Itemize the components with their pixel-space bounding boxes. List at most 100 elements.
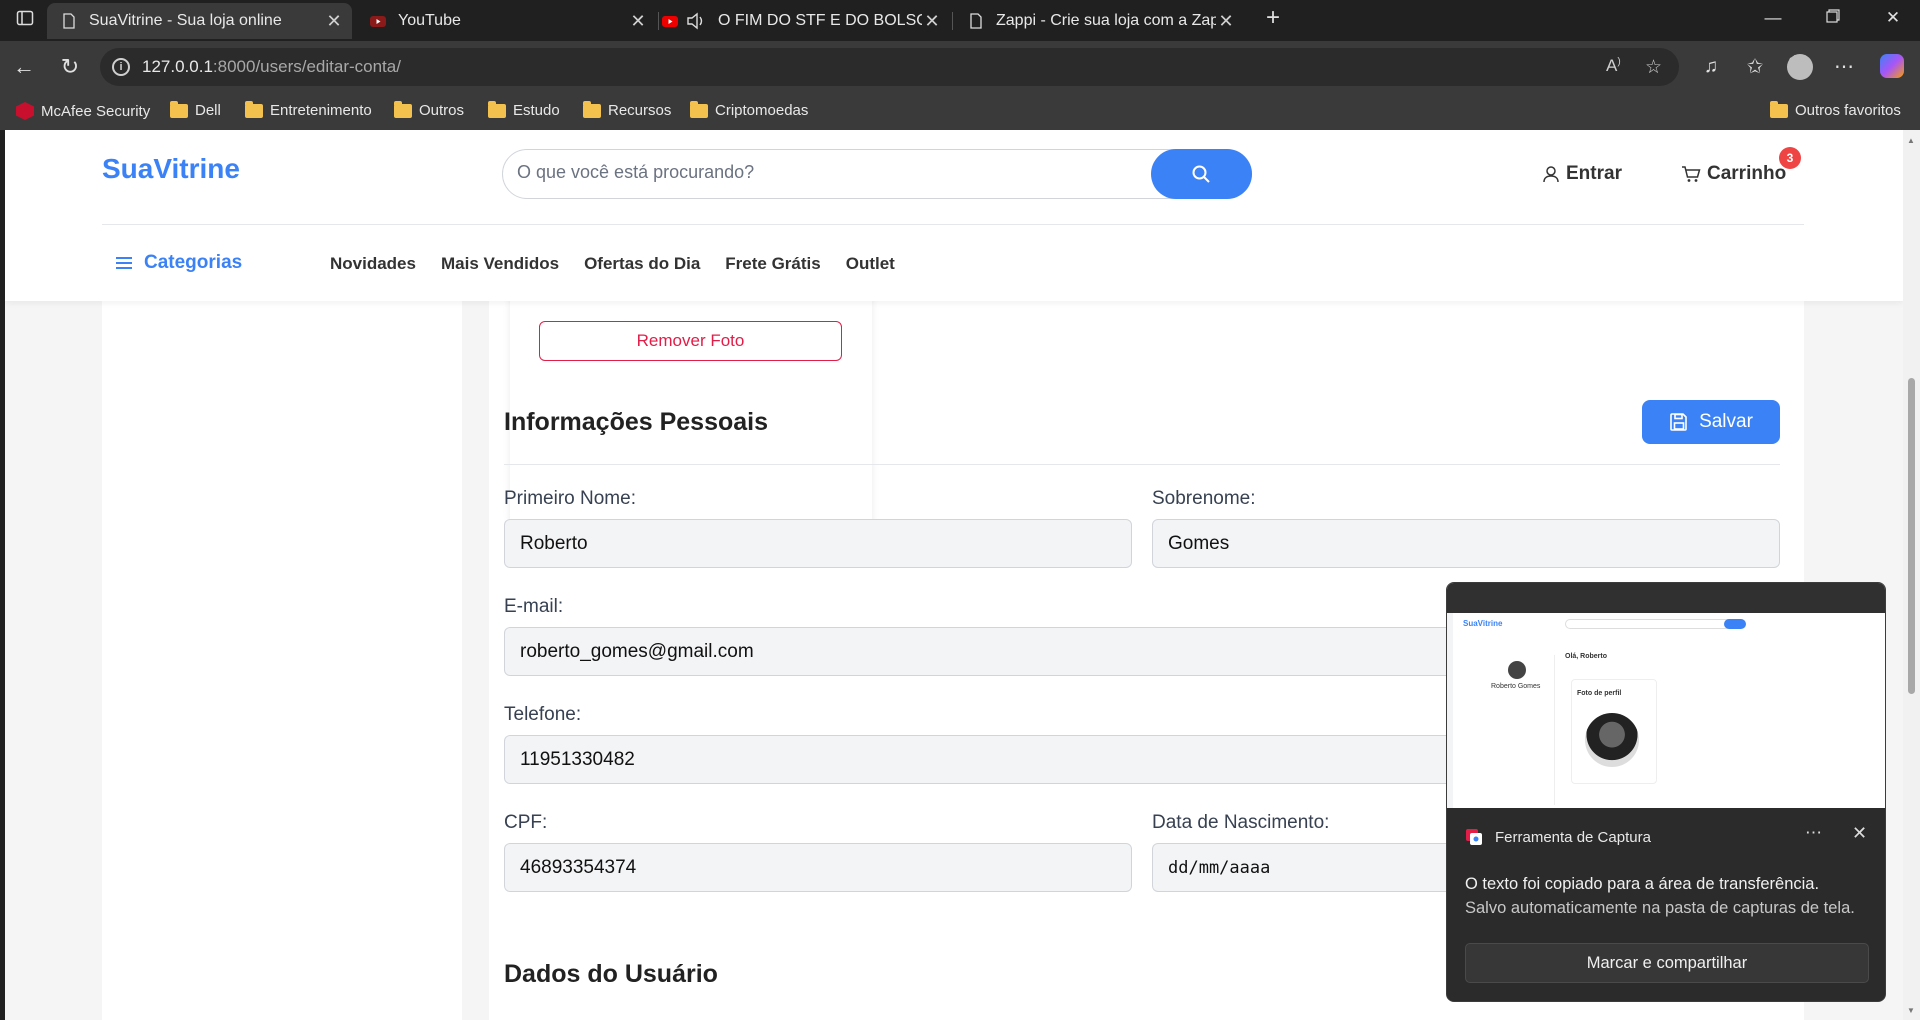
more-options-icon[interactable]: ⋯ xyxy=(1805,823,1822,843)
menu-mais-vendidos[interactable]: Mais Vendidos xyxy=(441,254,559,274)
categories-button[interactable]: Categorias xyxy=(116,252,242,274)
page-icon xyxy=(970,13,982,29)
back-icon[interactable]: ← xyxy=(10,53,38,81)
bookmark-estudo[interactable]: Estudo xyxy=(488,100,560,119)
bookmark-criptomoedas[interactable]: Criptomoedas xyxy=(690,100,808,119)
cpf-input[interactable] xyxy=(504,843,1132,892)
bookmark-other-favorites[interactable]: Outros favoritos xyxy=(1770,100,1901,119)
last-name-input[interactable] xyxy=(1152,519,1780,568)
speaker-icon[interactable] xyxy=(686,12,706,30)
folder-icon xyxy=(488,100,506,118)
search-bar xyxy=(502,149,1252,199)
cpf-label: CPF: xyxy=(504,812,548,833)
search-button[interactable] xyxy=(1151,149,1252,199)
page-scrollbar[interactable]: ▲ ▼ xyxy=(1903,130,1920,1020)
favorites-icon[interactable]: ✩ xyxy=(1741,53,1769,81)
close-icon[interactable]: ✕ xyxy=(628,11,648,32)
page-icon xyxy=(63,13,75,29)
search-input[interactable] xyxy=(517,162,1117,183)
toast-app-name: Ferramenta de Captura xyxy=(1495,828,1651,846)
search-icon xyxy=(1192,165,1210,183)
close-icon[interactable]: ✕ xyxy=(1852,823,1867,844)
login-link[interactable]: Entrar xyxy=(1542,163,1622,185)
tab-title: Zappi - Crie sua loja com a Zappi xyxy=(996,12,1216,29)
bookmark-mcafee[interactable]: McAfee Security xyxy=(16,102,150,120)
tab-actions-icon[interactable] xyxy=(14,9,36,32)
preview-logo: SuaVitrine xyxy=(1463,619,1503,628)
main-menu: Novidades Mais Vendidos Ofertas do Dia F… xyxy=(330,254,895,274)
scroll-down-icon[interactable]: ▼ xyxy=(1907,1006,1915,1015)
favorite-star-icon[interactable]: ☆ xyxy=(1645,56,1662,79)
bookmark-outros[interactable]: Outros xyxy=(394,100,464,119)
tab-video[interactable]: O FIM DO STF E DO BOLSON ✕ xyxy=(660,3,950,39)
user-icon xyxy=(1543,166,1559,183)
cart-count-badge: 3 xyxy=(1779,147,1801,169)
preview-search xyxy=(1565,619,1745,629)
first-name-input[interactable] xyxy=(504,519,1132,568)
birth-date-label: Data de Nascimento: xyxy=(1152,812,1330,833)
menu-outlet[interactable]: Outlet xyxy=(846,254,895,274)
remove-photo-button[interactable]: Remover Foto xyxy=(539,321,842,361)
site-header: SuaVitrine Entrar Carrinho 3 Categorias … xyxy=(5,130,1903,301)
address-bar: ← ↻ i 127.0.0.1:8000/users/editar-conta/… xyxy=(0,41,1920,94)
close-icon[interactable]: ✕ xyxy=(922,11,942,32)
folder-icon xyxy=(170,100,188,118)
bookmark-recursos[interactable]: Recursos xyxy=(583,100,671,119)
youtube-icon xyxy=(370,16,386,27)
scroll-up-icon[interactable]: ▲ xyxy=(1907,136,1915,145)
tab-title: YouTube xyxy=(398,12,461,29)
snipping-tool-notification: SuaVitrine Roberto Gomes Olá, Roberto Fo… xyxy=(1446,582,1886,1002)
preview-search-button xyxy=(1724,619,1746,629)
user-data-title: Dados do Usuário xyxy=(504,960,718,988)
menu-novidades[interactable]: Novidades xyxy=(330,254,416,274)
phone-label: Telefone: xyxy=(504,704,582,725)
floppy-icon xyxy=(1670,413,1687,431)
bookmark-entretenimento[interactable]: Entretenimento xyxy=(245,100,372,119)
header-divider xyxy=(102,224,1804,225)
folder-icon xyxy=(1770,100,1788,118)
screenshot-preview[interactable]: SuaVitrine Roberto Gomes Olá, Roberto Fo… xyxy=(1447,583,1885,808)
copilot-icon[interactable] xyxy=(1880,54,1904,78)
folder-icon xyxy=(690,100,708,118)
tab-youtube[interactable]: YouTube ✕ xyxy=(356,3,656,39)
site-logo[interactable]: SuaVitrine xyxy=(102,153,240,185)
close-icon[interactable]: ✕ xyxy=(1216,11,1236,32)
folder-icon xyxy=(245,100,263,118)
more-menu-icon[interactable]: ⋯ xyxy=(1830,53,1858,81)
preview-browser-chrome xyxy=(1447,583,1885,613)
tab-title: O FIM DO STF E DO BOLSON xyxy=(718,12,922,29)
first-name-label: Primeiro Nome: xyxy=(504,488,636,509)
read-aloud-icon[interactable]: A) xyxy=(1606,56,1621,76)
url-box[interactable]: i 127.0.0.1:8000/users/editar-conta/ A) … xyxy=(100,48,1679,86)
scrollbar-thumb[interactable] xyxy=(1908,378,1915,694)
tab-zappi[interactable]: Zappi - Crie sua loja com a Zappi ✕ xyxy=(954,3,1244,39)
last-name-label: Sobrenome: xyxy=(1152,488,1256,509)
site-info-icon[interactable]: i xyxy=(112,58,130,76)
reload-icon[interactable]: ↻ xyxy=(56,53,84,81)
window-close-icon[interactable]: ✕ xyxy=(1882,8,1904,28)
music-icon[interactable]: ♫ xyxy=(1697,53,1725,81)
url-text[interactable]: 127.0.0.1:8000/users/editar-conta/ xyxy=(142,57,401,77)
menu-ofertas-do-dia[interactable]: Ofertas do Dia xyxy=(584,254,700,274)
personal-info-title: Informações Pessoais xyxy=(504,408,769,436)
preview-user-name: Roberto Gomes xyxy=(1491,683,1541,690)
cart-link[interactable]: Carrinho xyxy=(1681,163,1786,185)
menu-frete-gratis[interactable]: Frete Grátis xyxy=(725,254,820,274)
save-button[interactable]: Salvar xyxy=(1642,400,1780,444)
preview-sidebar xyxy=(1465,655,1555,805)
mark-and-share-button[interactable]: Marcar e compartilhar xyxy=(1465,943,1869,983)
preview-card-title: Foto de perfil xyxy=(1577,690,1622,697)
folder-icon xyxy=(394,100,412,118)
bookmark-dell[interactable]: Dell xyxy=(170,100,221,119)
snipping-tool-icon xyxy=(1466,829,1482,845)
preview-avatar xyxy=(1508,661,1526,679)
minimize-icon[interactable]: — xyxy=(1762,8,1784,28)
mcafee-icon xyxy=(16,102,34,120)
close-icon[interactable]: ✕ xyxy=(324,11,344,32)
profile-avatar[interactable] xyxy=(1787,54,1813,80)
tab-suavitrine[interactable]: SuaVitrine - Sua loja online ✕ xyxy=(47,3,352,39)
cart-icon xyxy=(1682,166,1701,182)
restore-icon[interactable] xyxy=(1822,8,1844,28)
hamburger-icon xyxy=(116,257,132,269)
new-tab-icon[interactable]: + xyxy=(1262,4,1284,32)
